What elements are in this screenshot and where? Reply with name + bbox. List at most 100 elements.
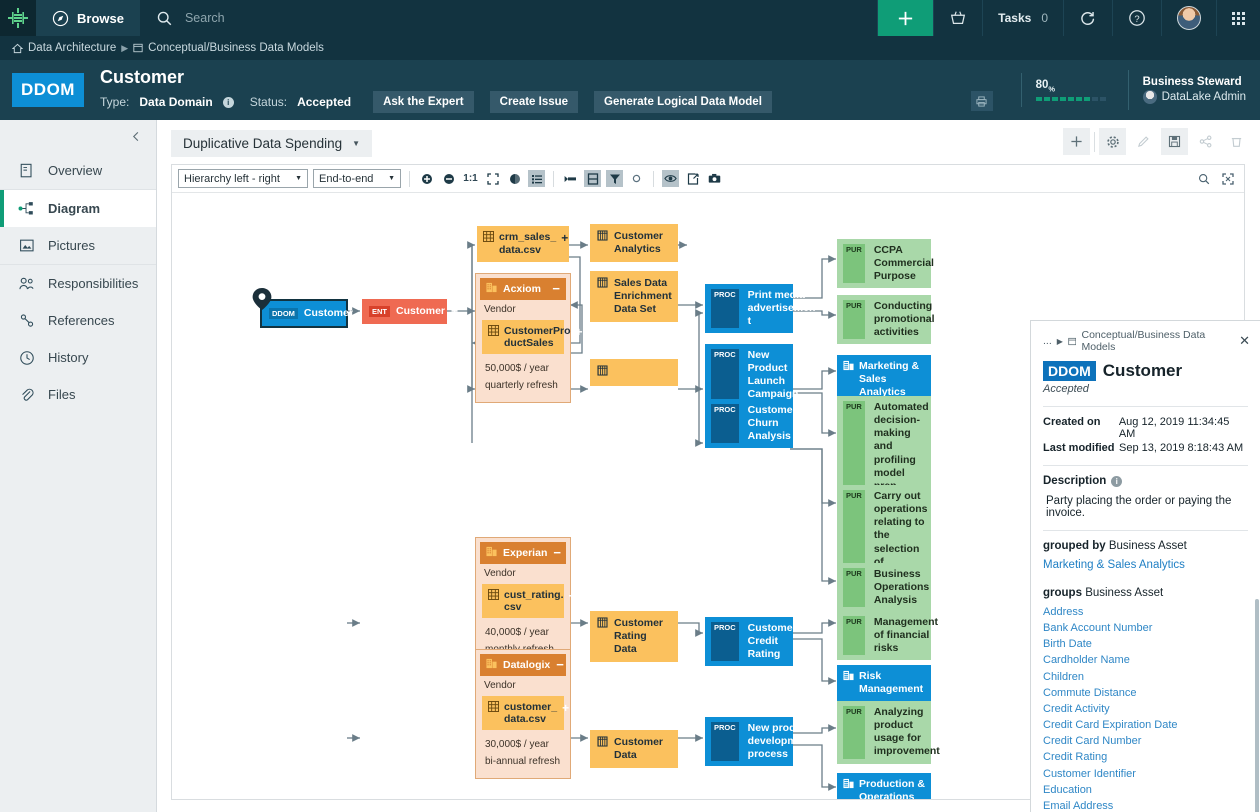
node-pur-automated-decision-making[interactable]: PUR Automated decision-making and profil… — [837, 396, 931, 498]
legend-button[interactable] — [528, 170, 545, 187]
sidebar-item-files[interactable]: Files — [0, 376, 156, 413]
create-issue-button[interactable]: Create Issue — [490, 91, 578, 113]
create-button[interactable] — [877, 0, 933, 36]
collapse-icon[interactable]: − — [556, 661, 564, 669]
node-vendor-datalogix[interactable]: Datalogix − Vendor customer_ data.csv + … — [475, 649, 571, 779]
fit-screen-button[interactable] — [484, 170, 501, 187]
refresh-button[interactable] — [628, 170, 645, 187]
vendor-header[interactable]: Acxiom − — [480, 278, 566, 300]
avatar[interactable] — [1161, 0, 1216, 36]
grouped-by-value-link[interactable]: Marketing & Sales Analytics — [1043, 559, 1248, 571]
browse-button[interactable]: Browse — [36, 0, 140, 36]
group-link[interactable]: Address — [1043, 604, 1248, 620]
node-pur-business-operations-analysis[interactable]: PUR Business Operations Analysis — [837, 563, 931, 612]
sidebar-collapse-button[interactable] — [0, 120, 156, 152]
node-ent-customer[interactable]: ENT Customer + — [362, 299, 447, 324]
save-button[interactable] — [1161, 128, 1188, 155]
expand-icon[interactable]: + — [451, 304, 458, 319]
node-pur-ccpa-commercial-purpose[interactable]: PUR CCPA Commercial Purpose — [837, 239, 931, 288]
group-link[interactable]: Credit Card Number — [1043, 733, 1248, 749]
expand-icon[interactable]: + — [569, 589, 576, 613]
node-customer-analytics[interactable]: Customer Analytics — [590, 224, 678, 262]
camera-button[interactable] — [706, 170, 723, 187]
detail-breadcrumb-label[interactable]: Conceptual/Business Data Models — [1081, 329, 1234, 353]
group-link[interactable]: Customer Identifier — [1043, 766, 1248, 782]
node-crm-sales-data-csv[interactable]: crm_sales_ data.csv + — [477, 226, 569, 262]
diagram-search-button[interactable] — [1195, 170, 1212, 187]
sidebar-item-overview[interactable]: Overview — [0, 152, 156, 189]
visibility-button[interactable] — [662, 170, 679, 187]
node-vendor-file[interactable]: customer_ data.csv + — [482, 696, 564, 730]
close-icon[interactable]: ✕ — [1239, 333, 1250, 349]
group-link[interactable]: Education — [1043, 782, 1248, 798]
collapse-icon[interactable]: − — [552, 285, 560, 293]
node-proc-new-product-launch-campaign[interactable]: PROC New Product Launch Campaign — [705, 344, 793, 407]
node-proc-print-media-advertisement[interactable]: PROC Print media advertisemen t — [705, 284, 793, 333]
node-proc-customer-churn-analysis[interactable]: PROC Customer Churn Analysis — [705, 399, 793, 448]
contrast-button[interactable] — [506, 170, 523, 187]
group-link[interactable]: Credit Card Expiration Date — [1043, 717, 1248, 733]
layout-select[interactable]: Hierarchy left - right ▼ — [178, 169, 308, 188]
help-button[interactable]: ? — [1112, 0, 1161, 36]
sync-button[interactable] — [1063, 0, 1112, 36]
expand-icon[interactable]: + — [576, 325, 583, 349]
zoom-in-button[interactable] — [418, 170, 435, 187]
breadcrumb-item-data-architecture[interactable]: Data Architecture — [28, 42, 116, 54]
sidebar-item-responsibilities[interactable]: Responsibilities — [0, 265, 156, 302]
generate-logical-data-model-button[interactable]: Generate Logical Data Model — [594, 91, 772, 113]
node-vendor-acxiom[interactable]: Acxiom − Vendor CustomerPro ductSales + … — [475, 273, 571, 403]
layout-button[interactable] — [584, 170, 601, 187]
sidebar-item-history[interactable]: History — [0, 339, 156, 376]
sidebar-item-diagram[interactable]: Diagram — [0, 190, 156, 227]
breadcrumb-item-conceptual-models[interactable]: Conceptual/Business Data Models — [148, 42, 324, 54]
node-customer-rating-data[interactable]: Customer Rating Data — [590, 611, 678, 662]
info-icon[interactable]: i — [223, 97, 234, 108]
ask-the-expert-button[interactable]: Ask the Expert — [373, 91, 474, 113]
collapse-icon[interactable]: − — [553, 549, 561, 557]
path-select[interactable]: End-to-end ▼ — [313, 169, 401, 188]
edit-button[interactable] — [1130, 128, 1157, 155]
diagram-view-selector[interactable]: Duplicative Data Spending ▼ — [171, 130, 372, 157]
search-input[interactable]: Search — [140, 0, 877, 36]
tasks-button[interactable]: Tasks 0 — [982, 0, 1063, 36]
share-button[interactable] — [1192, 128, 1219, 155]
node-customer-data[interactable]: Customer Data — [590, 730, 678, 768]
app-grid-button[interactable] — [1216, 0, 1260, 36]
group-link[interactable]: Credit Activity — [1043, 701, 1248, 717]
detail-breadcrumb-ellipsis[interactable]: ... — [1043, 335, 1052, 347]
group-link[interactable]: Cardholder Name — [1043, 652, 1248, 668]
group-link[interactable]: Children — [1043, 669, 1248, 685]
detail-scrollbar[interactable] — [1255, 599, 1259, 812]
group-link[interactable]: Birth Date — [1043, 636, 1248, 652]
group-link[interactable]: Email Address — [1043, 798, 1248, 812]
settings-button[interactable] — [1099, 128, 1126, 155]
node-pur-conducting-promotional-activities[interactable]: PUR Conducting promotional activities — [837, 295, 931, 344]
actual-size-button[interactable]: 1:1 — [462, 170, 479, 187]
node-customer-analytics-anonymized[interactable] — [590, 359, 678, 386]
node-vendor-file[interactable]: cust_rating. csv + — [482, 584, 564, 618]
expand-icon[interactable]: + — [561, 231, 568, 257]
node-ba-risk-management[interactable]: Risk Management — [837, 665, 931, 701]
node-ba-production-operations[interactable]: Production & Operations — [837, 773, 931, 799]
zoom-out-button[interactable] — [440, 170, 457, 187]
collibra-logo-icon[interactable] — [0, 0, 36, 36]
expand-icon[interactable]: + — [562, 701, 569, 725]
vendor-header[interactable]: Experian − — [480, 542, 566, 564]
node-pur-carry-out-operations[interactable]: PUR Carry out operations relating to the… — [837, 485, 931, 574]
node-sales-data-enrichment-data-set[interactable]: Sales Data Enrichment Data Set — [590, 271, 678, 322]
basket-button[interactable] — [933, 0, 982, 36]
node-pur-analyzing-product-usage[interactable]: PUR Analyzing product usage for improvem… — [837, 701, 931, 764]
sidebar-item-pictures[interactable]: Pictures — [0, 227, 156, 264]
info-icon[interactable]: i — [1111, 476, 1122, 487]
node-pur-management-of-financial-risks[interactable]: PUR Management of financial risks — [837, 611, 931, 660]
export-button[interactable] — [684, 170, 701, 187]
filter-button[interactable] — [606, 170, 623, 187]
node-proc-customer-credit-rating[interactable]: PROC Customer Credit Rating — [705, 617, 793, 666]
vendor-header[interactable]: Datalogix − — [480, 654, 566, 676]
group-link[interactable]: Bank Account Number — [1043, 620, 1248, 636]
node-ddom-customer[interactable]: DDOM Customer + — [260, 299, 348, 328]
steward-user[interactable]: DataLake Admin — [1143, 90, 1246, 104]
sidebar-item-references[interactable]: References — [0, 302, 156, 339]
add-button[interactable] — [1063, 128, 1090, 155]
group-link[interactable]: Credit Rating — [1043, 749, 1248, 765]
